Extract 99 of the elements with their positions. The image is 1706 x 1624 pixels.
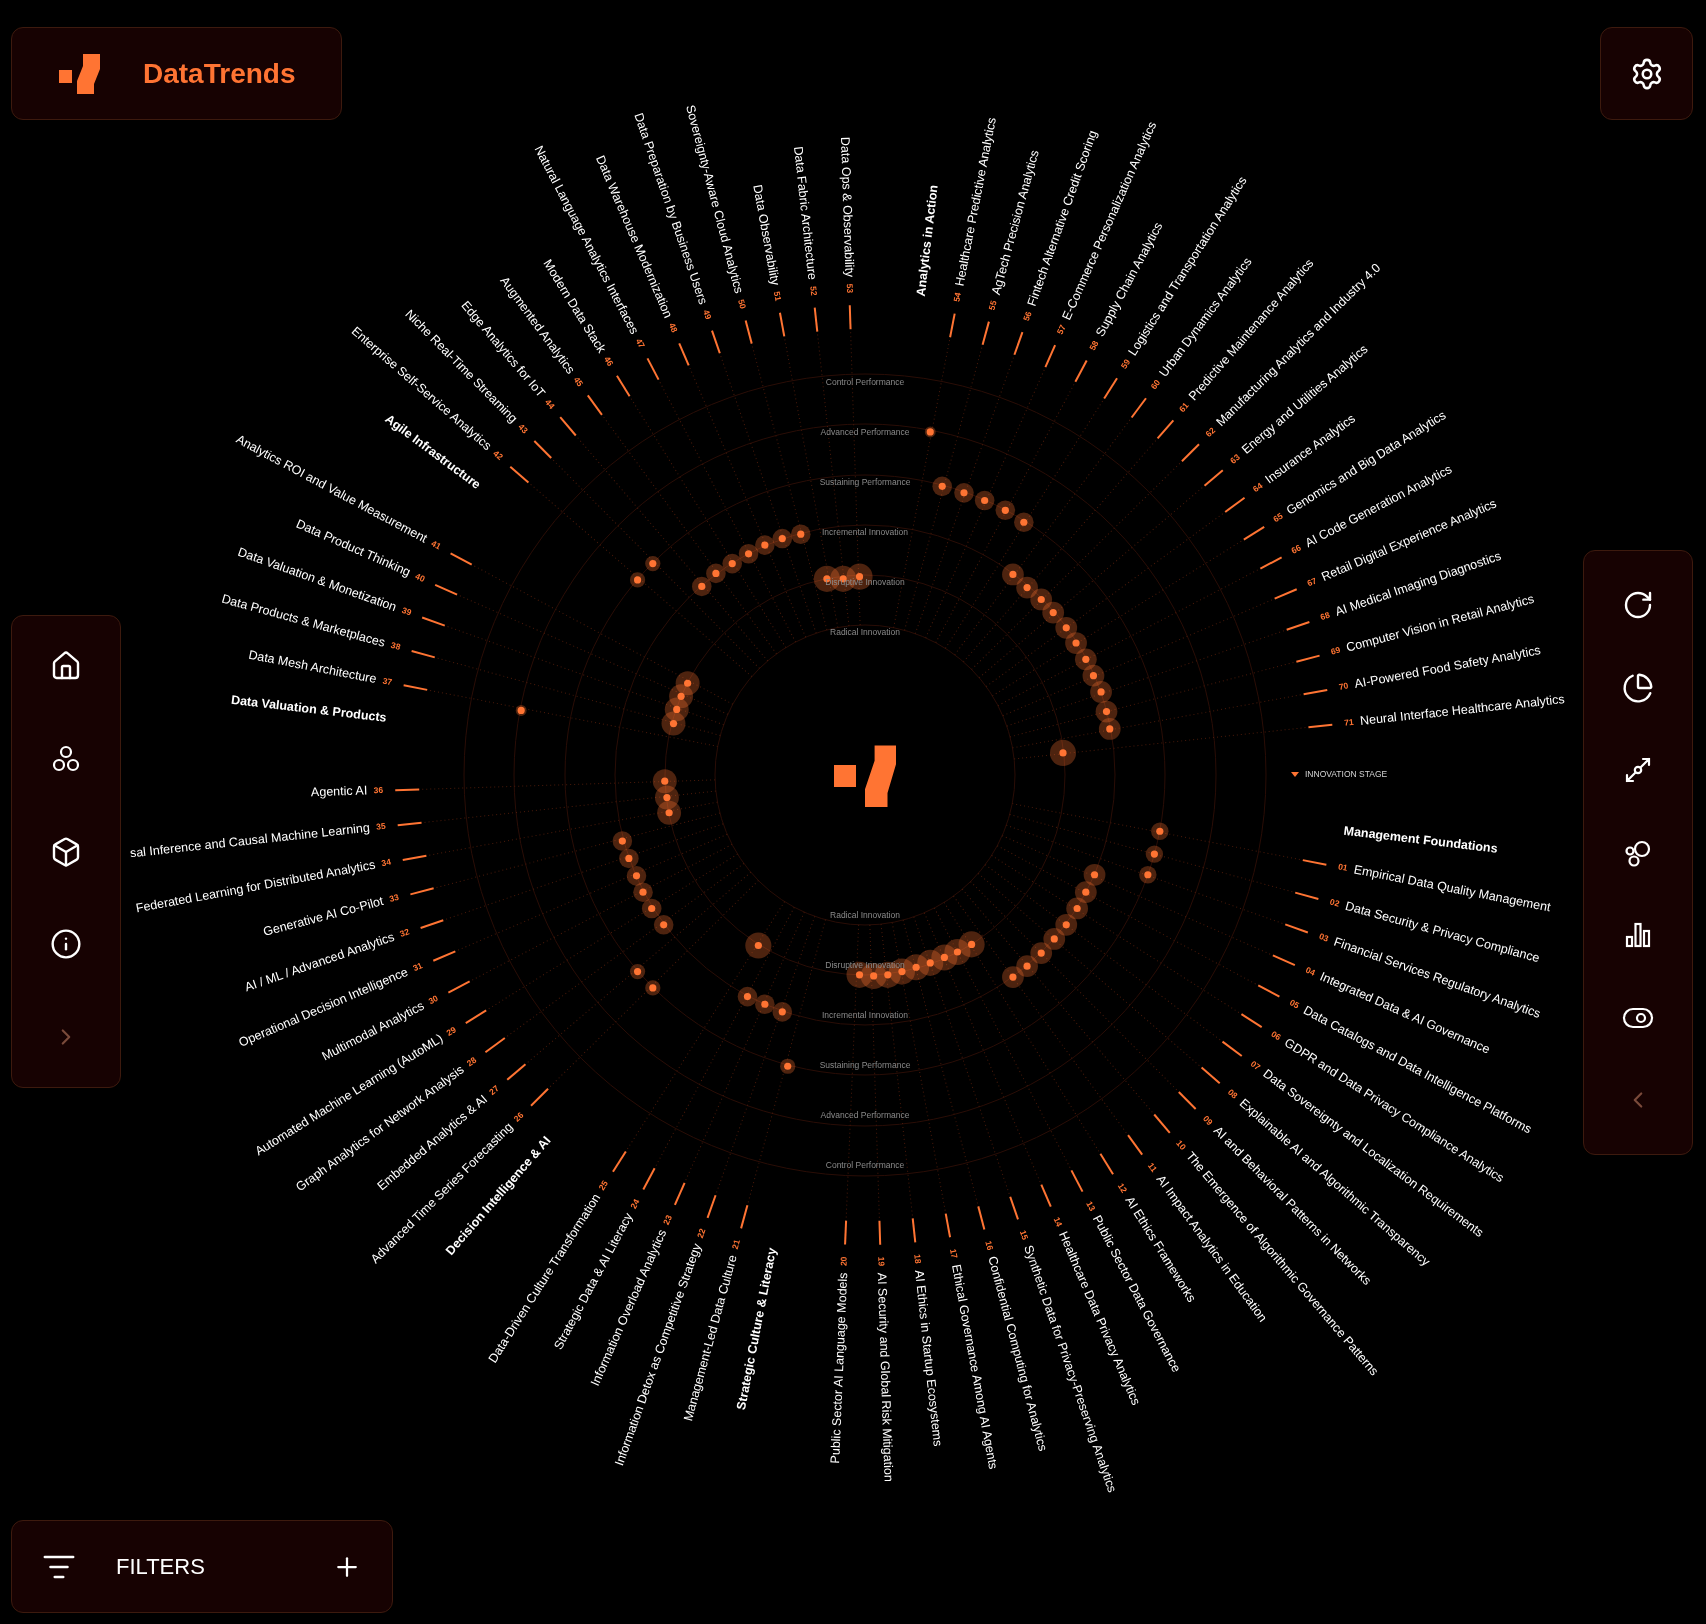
ring-label: Incremental Innovation	[822, 1010, 908, 1021]
ring-label: Disruptive Innovation	[825, 960, 905, 971]
trend-number: 34	[380, 856, 392, 869]
trend-label[interactable]: Data Observability	[750, 183, 783, 287]
trend-number: 09	[1201, 1113, 1215, 1128]
trend-number: 39	[400, 604, 413, 618]
trend-number: 51	[771, 290, 784, 302]
trend-number: 56	[1021, 310, 1034, 323]
trend-number: 35	[375, 820, 387, 832]
trend-number: 33	[388, 891, 400, 904]
ring-label: Sustaining Performance	[819, 1060, 911, 1071]
trend-number: 36	[373, 784, 384, 796]
trend-number: 19	[876, 1256, 887, 1267]
trend-label[interactable]: Neural Interface Healthcare Analytics	[1359, 692, 1566, 728]
trend-number: 10	[1174, 1138, 1189, 1152]
trend-number: 65	[1271, 510, 1285, 525]
group-title: Data Valuation & Products	[230, 692, 388, 725]
trend-number: 17	[948, 1248, 960, 1260]
trend-number: 05	[1288, 997, 1302, 1011]
trend-number: 14	[1051, 1215, 1065, 1229]
trend-number: 04	[1304, 964, 1317, 978]
trend-number: 27	[487, 1083, 501, 1097]
trend-number: 64	[1250, 480, 1265, 495]
trend-number: 57	[1054, 323, 1068, 336]
ring-label: Disruptive Innovation	[825, 577, 905, 588]
trend-number: 08	[1225, 1086, 1240, 1101]
trend-number: 62	[1203, 425, 1218, 439]
trend-number: 43	[516, 421, 530, 436]
trend-number: 59	[1118, 357, 1133, 371]
trend-number: 15	[1017, 1228, 1031, 1242]
trend-label[interactable]: AI Security and Global Risk Mitigation	[874, 1272, 896, 1482]
trend-number: 46	[602, 354, 616, 368]
ring-label: Control Performance	[825, 377, 905, 388]
trend-number: 66	[1289, 542, 1303, 556]
trend-number: 24	[628, 1197, 642, 1211]
ring-label: Control Performance	[825, 1160, 905, 1171]
trend-number: 12	[1115, 1181, 1130, 1195]
brand-name: DataTrends	[143, 56, 296, 91]
trend-number: 13	[1084, 1199, 1098, 1213]
trend-label[interactable]: AI Ethics in Startup Ecosystems	[912, 1269, 945, 1447]
trend-number: 44	[543, 397, 557, 411]
trend-number: 20	[838, 1256, 849, 1267]
trend-number: 01	[1337, 861, 1349, 873]
trend-number: 41	[429, 538, 443, 552]
trend-number: 45	[571, 374, 586, 389]
trend-number: 06	[1269, 1028, 1283, 1043]
trend-label[interactable]: sal Inference and Causal Machine Learning	[129, 820, 371, 861]
trend-number: 55	[986, 299, 999, 312]
trend-number: 25	[596, 1178, 611, 1193]
ring-label: Radical Innovation	[830, 627, 900, 638]
trend-number: 54	[951, 291, 963, 303]
ring-label: Incremental Innovation	[822, 527, 908, 538]
trend-number: 52	[808, 285, 820, 297]
trend-number: 23	[660, 1213, 674, 1227]
ring-label: Advanced Performance	[820, 427, 910, 438]
trend-number: 47	[633, 336, 647, 350]
ring-label: Advanced Performance	[820, 1110, 910, 1121]
trend-number: 40	[413, 570, 427, 584]
trend-number: 38	[389, 639, 402, 652]
trend-label[interactable]: Data Fabric Architecture	[791, 145, 820, 281]
trend-number: 18	[912, 1253, 924, 1265]
trend-number: 32	[398, 926, 411, 939]
group-title: Management Foundations	[1342, 823, 1499, 856]
trend-number: 31	[411, 960, 424, 974]
trend-number: 69	[1329, 644, 1342, 657]
trend-number: 67	[1305, 575, 1319, 589]
trend-number: 50	[736, 298, 749, 310]
trend-number: 63	[1228, 451, 1242, 466]
ring-label: Radical Innovation	[830, 910, 900, 921]
trend-number: 30	[426, 993, 440, 1007]
trend-number: 60	[1148, 377, 1163, 392]
trend-number: 28	[464, 1054, 479, 1069]
trend-number: 71	[1343, 716, 1355, 728]
trend-label[interactable]: Public Sector AI Language Models	[828, 1272, 851, 1464]
trend-number: 61	[1176, 400, 1191, 415]
trend-number: 16	[983, 1239, 996, 1252]
group-title: Analytics in Action	[913, 184, 941, 298]
legend-label: INNOVATION STAGE	[1305, 769, 1388, 780]
trend-number: 42	[491, 448, 505, 462]
trend-number: 70	[1338, 680, 1350, 692]
trend-number: 48	[666, 321, 680, 334]
ring-label: Sustaining Performance	[819, 477, 911, 488]
trend-label[interactable]: Data Mesh Architecture	[247, 647, 378, 687]
filters-button[interactable]: FILTERS	[116, 1550, 205, 1583]
trend-label[interactable]: Data Ops & Observability	[838, 136, 857, 278]
trend-number: 53	[844, 283, 856, 294]
trend-number: 26	[511, 1110, 526, 1124]
trend-number: 02	[1328, 896, 1341, 909]
trend-number: 49	[701, 308, 714, 321]
trend-number: 22	[694, 1227, 708, 1240]
trend-number: 58	[1087, 338, 1101, 352]
trend-number: 07	[1248, 1058, 1263, 1073]
trend-number: 37	[381, 675, 393, 688]
trend-number: 29	[444, 1024, 458, 1038]
trend-number: 03	[1317, 931, 1330, 944]
trend-number: 68	[1318, 609, 1332, 623]
trend-number: 11	[1145, 1160, 1160, 1174]
trend-number: 21	[729, 1238, 742, 1251]
trend-label[interactable]: Agentic AI	[310, 783, 368, 800]
